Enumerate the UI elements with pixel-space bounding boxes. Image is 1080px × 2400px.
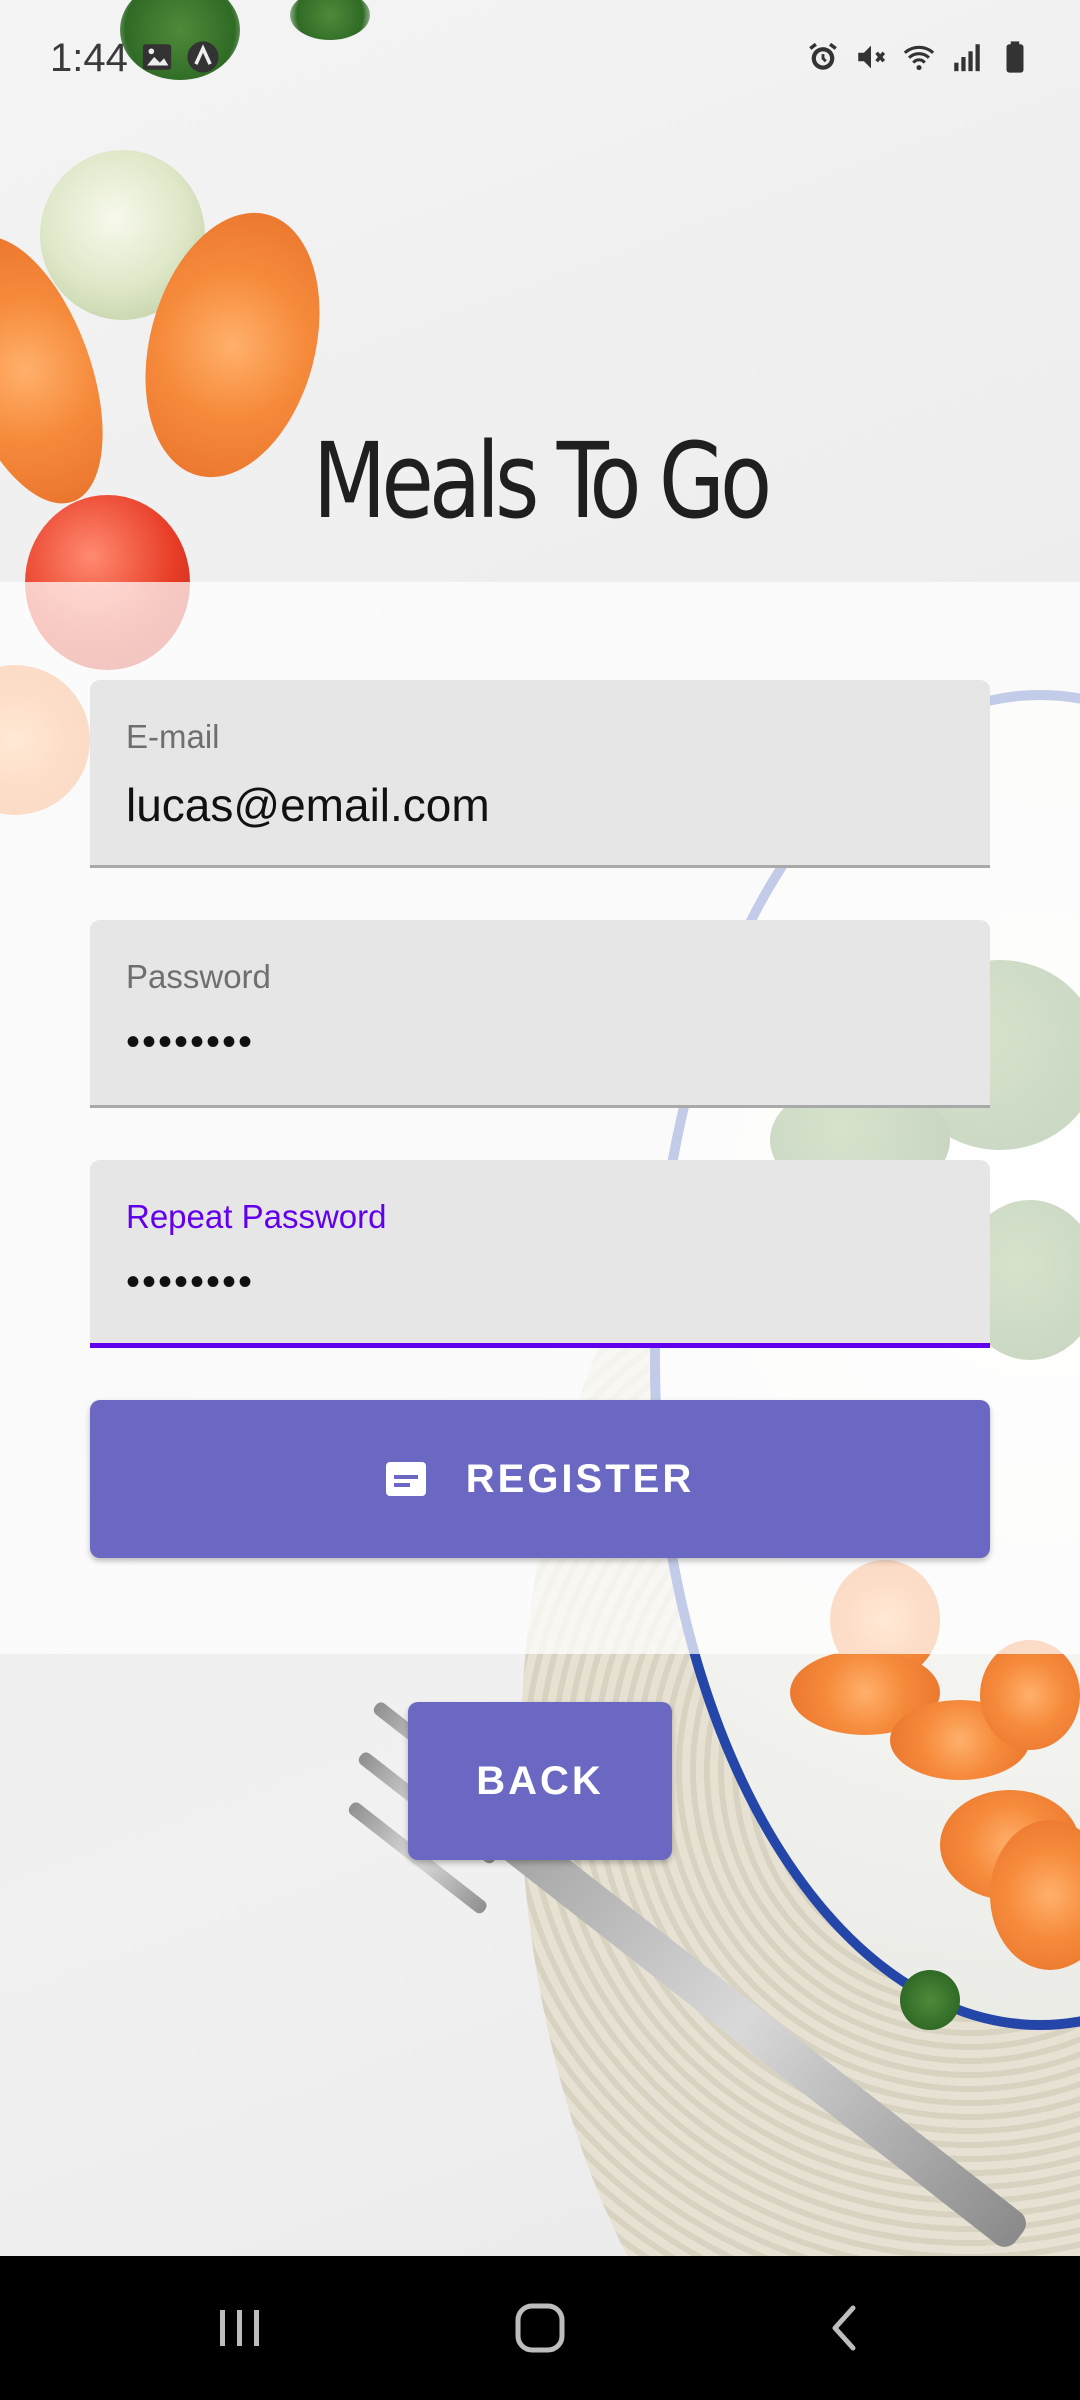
email-value: lucas@email.com [126,779,490,831]
back-button[interactable]: BACK [408,1702,672,1860]
wifi-icon [903,45,935,71]
status-time: 1:44 [50,36,128,80]
carrot-slice-6 [990,1820,1080,1970]
register-button[interactable]: REGISTER [90,1400,990,1558]
register-label: REGISTER [465,1456,695,1501]
carrot-slice-2 [790,1650,940,1735]
status-bar: 1:44 [0,0,1080,120]
repeat-password-field[interactable]: Repeat Password •••••••• [90,1160,990,1348]
status-left-icons [140,40,220,74]
password-value: •••••••• [126,1020,255,1064]
image-icon [142,44,172,70]
repeat-password-value: •••••••• [126,1260,255,1304]
password-field[interactable]: Password •••••••• [90,920,990,1108]
signal-icon [954,44,980,72]
home-icon[interactable] [510,2298,570,2358]
repeat-password-label: Repeat Password [126,1198,387,1235]
app-title: Meals To Go [312,420,772,542]
system-nav-bar [0,2256,1080,2400]
email-field[interactable]: E-mail lucas@email.com [90,680,990,868]
back-label: BACK [476,1758,604,1803]
password-label: Password [126,958,271,995]
cabbage-decoration [40,150,205,320]
carrot-slice-3 [890,1700,1030,1780]
screen: 1:44 Meals To Go E-mail lucas@email.com … [0,0,1080,2400]
herb-decoration-3 [900,1970,960,2030]
carrot-slice-4 [980,1640,1080,1750]
app-icon [187,41,219,73]
recent-apps-icon[interactable] [210,2298,270,2358]
status-right-icons [806,40,1032,74]
back-icon[interactable] [815,2298,875,2358]
alarm-icon [809,42,837,70]
card-icon [385,1462,426,1496]
carrot-slice-5 [940,1790,1080,1900]
mute-icon [858,45,886,69]
email-label: E-mail [126,718,220,755]
battery-icon [1006,41,1024,73]
